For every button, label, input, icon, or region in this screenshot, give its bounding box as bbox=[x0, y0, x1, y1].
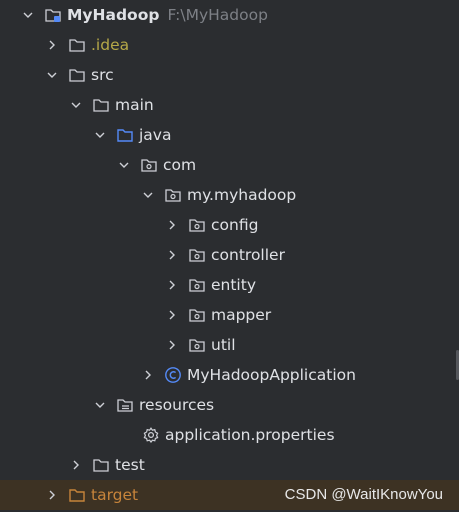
tree-row-controller[interactable]: controller bbox=[0, 240, 459, 270]
class-myhadoop-application-label: MyHadoopApplication bbox=[187, 366, 356, 384]
project-path: F:\MyHadoop bbox=[167, 6, 268, 24]
package-icon bbox=[188, 306, 206, 324]
watermark: CSDN @WaitIKnowYou bbox=[284, 486, 443, 503]
chevron-right-icon[interactable] bbox=[46, 489, 58, 501]
excluded-folder-icon bbox=[68, 486, 86, 504]
folder-icon bbox=[68, 66, 86, 84]
package-icon bbox=[188, 216, 206, 234]
folder-test-label: test bbox=[115, 456, 145, 474]
tree-row-myhadoop[interactable]: MyHadoop F:\MyHadoop bbox=[0, 0, 459, 30]
tree-row-resources[interactable]: resources bbox=[0, 390, 459, 420]
folder-src-label: src bbox=[91, 66, 114, 84]
project-name: MyHadoop bbox=[67, 6, 160, 24]
tree-row-entity[interactable]: entity bbox=[0, 270, 459, 300]
folder-idea-label: .idea bbox=[91, 36, 130, 54]
package-com-label: com bbox=[163, 156, 197, 174]
project-tree: MyHadoop F:\MyHadoop .idea src main java… bbox=[0, 0, 459, 512]
tree-row-config[interactable]: config bbox=[0, 210, 459, 240]
chevron-down-icon[interactable] bbox=[142, 189, 154, 201]
chevron-right-icon[interactable] bbox=[142, 369, 154, 381]
chevron-down-icon[interactable] bbox=[118, 159, 130, 171]
tree-row-java[interactable]: java bbox=[0, 120, 459, 150]
chevron-down-icon[interactable] bbox=[22, 9, 34, 21]
chevron-down-icon[interactable] bbox=[70, 99, 82, 111]
chevron-right-icon[interactable] bbox=[46, 39, 58, 51]
tree-row-idea[interactable]: .idea bbox=[0, 30, 459, 60]
chevron-right-icon[interactable] bbox=[166, 249, 178, 261]
package-entity-label: entity bbox=[211, 276, 256, 294]
tree-row-myhadoop-application[interactable]: MyHadoopApplication bbox=[0, 360, 459, 390]
folder-icon bbox=[92, 456, 110, 474]
chevron-right-icon[interactable] bbox=[166, 309, 178, 321]
package-icon bbox=[188, 276, 206, 294]
java-class-icon bbox=[164, 366, 182, 384]
chevron-down-icon[interactable] bbox=[94, 399, 106, 411]
source-folder-icon bbox=[116, 126, 134, 144]
tree-row-util[interactable]: util bbox=[0, 330, 459, 360]
package-icon bbox=[140, 156, 158, 174]
chevron-right-icon[interactable] bbox=[166, 279, 178, 291]
chevron-right-icon[interactable] bbox=[166, 339, 178, 351]
folder-resources-label: resources bbox=[139, 396, 215, 414]
package-controller-label: controller bbox=[211, 246, 285, 264]
folder-main-label: main bbox=[115, 96, 154, 114]
resources-folder-icon bbox=[116, 396, 134, 414]
tree-row-com[interactable]: com bbox=[0, 150, 459, 180]
folder-java-label: java bbox=[139, 126, 172, 144]
chevron-down-icon[interactable] bbox=[46, 69, 58, 81]
chevron-right-icon[interactable] bbox=[70, 459, 82, 471]
package-my-myhadoop-label: my.myhadoop bbox=[187, 186, 297, 204]
file-application-properties-label: application.properties bbox=[165, 426, 335, 444]
package-icon bbox=[164, 186, 182, 204]
tree-row-test[interactable]: test bbox=[0, 450, 459, 480]
module-folder-icon bbox=[44, 6, 62, 24]
chevron-right-icon[interactable] bbox=[166, 219, 178, 231]
folder-target-label: target bbox=[91, 486, 139, 504]
folder-icon bbox=[68, 36, 86, 54]
package-icon bbox=[188, 246, 206, 264]
chevron-down-icon[interactable] bbox=[94, 129, 106, 141]
package-util-label: util bbox=[211, 336, 236, 354]
package-icon bbox=[188, 336, 206, 354]
tree-row-src[interactable]: src bbox=[0, 60, 459, 90]
tree-row-application-properties[interactable]: application.properties bbox=[0, 420, 459, 450]
tree-row-my-myhadoop[interactable]: my.myhadoop bbox=[0, 180, 459, 210]
package-config-label: config bbox=[211, 216, 259, 234]
tree-row-mapper[interactable]: mapper bbox=[0, 300, 459, 330]
package-mapper-label: mapper bbox=[211, 306, 272, 324]
gear-icon bbox=[142, 426, 160, 444]
folder-icon bbox=[92, 96, 110, 114]
tree-row-main[interactable]: main bbox=[0, 90, 459, 120]
